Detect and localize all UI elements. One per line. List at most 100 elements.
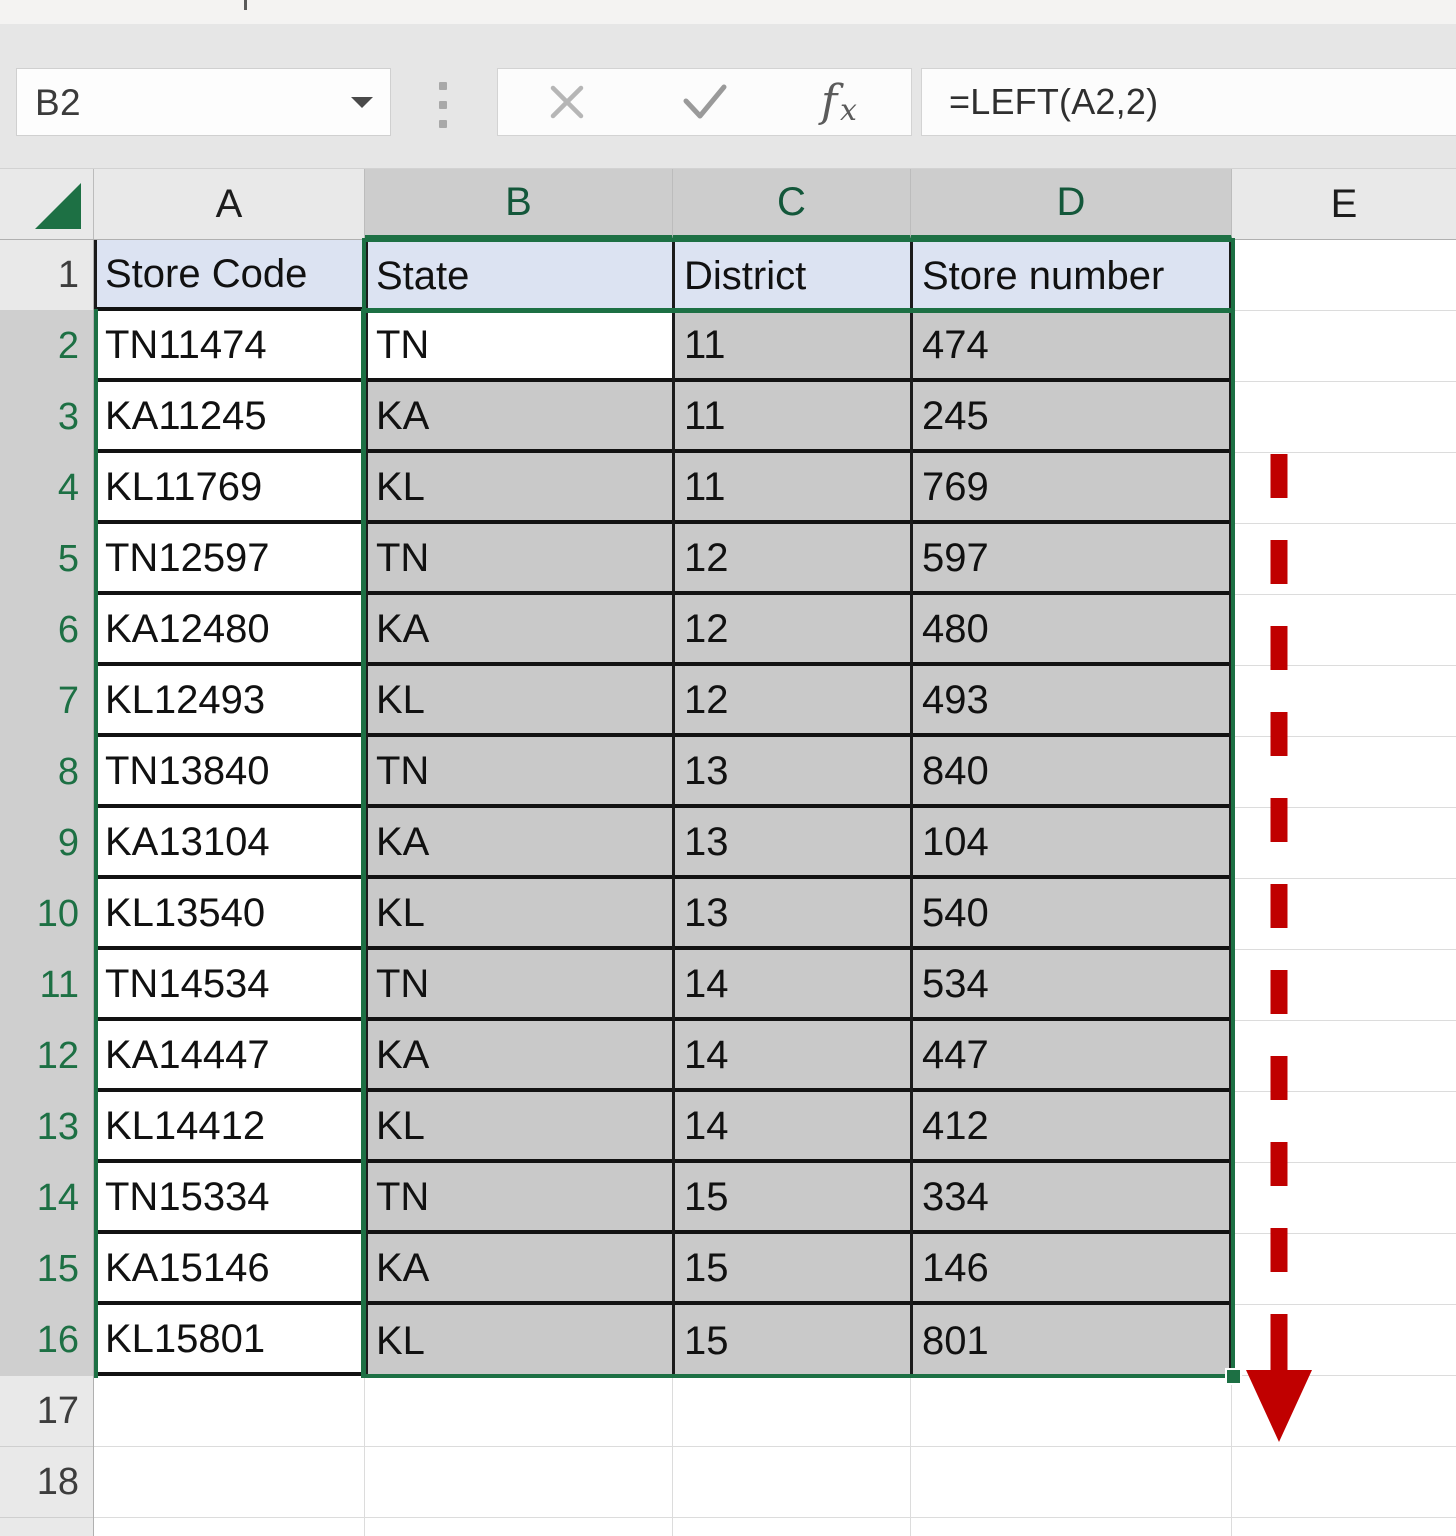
- cell-C2[interactable]: 11: [673, 311, 911, 382]
- formula-input[interactable]: =LEFT(A2,2): [921, 68, 1456, 136]
- cell-B16[interactable]: KL: [365, 1305, 673, 1376]
- cell-D15[interactable]: 146: [911, 1234, 1232, 1305]
- cell-D16[interactable]: 801: [911, 1305, 1232, 1376]
- cell-A11[interactable]: TN14534: [94, 950, 365, 1021]
- cell-A13[interactable]: KL14412: [94, 1092, 365, 1163]
- name-box[interactable]: B2: [16, 68, 391, 136]
- column-header-b[interactable]: B: [365, 169, 673, 239]
- cell-C8[interactable]: 13: [673, 737, 911, 808]
- cell-C15[interactable]: 15: [673, 1234, 911, 1305]
- cell-B9[interactable]: KA: [365, 808, 673, 879]
- cell-A7[interactable]: KL12493: [94, 666, 365, 737]
- cell-B8[interactable]: TN: [365, 737, 673, 808]
- cell-B3[interactable]: KA: [365, 382, 673, 453]
- cell-A1[interactable]: Store Code: [94, 240, 365, 311]
- chevron-down-icon[interactable]: [334, 92, 390, 112]
- cell-A4[interactable]: KL11769: [94, 453, 365, 524]
- row-header-17[interactable]: 17: [0, 1376, 93, 1447]
- enter-check-icon[interactable]: [636, 69, 774, 135]
- cell-D14[interactable]: 334: [911, 1163, 1232, 1234]
- cell-B2[interactable]: TN: [365, 311, 673, 382]
- select-all-corner-icon[interactable]: [0, 169, 94, 239]
- row-header-14[interactable]: 14: [0, 1163, 93, 1234]
- cell-A5[interactable]: TN12597: [94, 524, 365, 595]
- cell-A14[interactable]: TN15334: [94, 1163, 365, 1234]
- cell-A9[interactable]: KA13104: [94, 808, 365, 879]
- column-header-e[interactable]: E: [1232, 169, 1456, 239]
- row-header-3[interactable]: 3: [0, 382, 93, 453]
- cell-B6[interactable]: KA: [365, 595, 673, 666]
- cell-A10[interactable]: KL13540: [94, 879, 365, 950]
- cell-D10[interactable]: 540: [911, 879, 1232, 950]
- column-header-a[interactable]: A: [94, 169, 365, 239]
- row-header-6[interactable]: 6: [0, 595, 93, 666]
- cell-D12[interactable]: 447: [911, 1021, 1232, 1092]
- cell-B7[interactable]: KL: [365, 666, 673, 737]
- column-header-row: A B C D E: [0, 169, 1456, 240]
- row-header-11[interactable]: 11: [0, 950, 93, 1021]
- cell-B5[interactable]: TN: [365, 524, 673, 595]
- cell-A8[interactable]: TN13840: [94, 737, 365, 808]
- row-header-4[interactable]: 4: [0, 453, 93, 524]
- cell-B11[interactable]: TN: [365, 950, 673, 1021]
- row-header-13[interactable]: 13: [0, 1092, 93, 1163]
- row-header-18[interactable]: 18: [0, 1447, 93, 1518]
- cell-D2[interactable]: 474: [911, 311, 1232, 382]
- cell-A3[interactable]: KA11245: [94, 382, 365, 453]
- row-header-9[interactable]: 9: [0, 808, 93, 879]
- cell-C4[interactable]: 11: [673, 453, 911, 524]
- row-header-1[interactable]: 1: [0, 240, 93, 311]
- column-header-d[interactable]: D: [911, 169, 1232, 239]
- cell-A16[interactable]: KL15801: [94, 1305, 365, 1376]
- cell-A12[interactable]: KA14447: [94, 1021, 365, 1092]
- row-header-2[interactable]: 2: [0, 311, 93, 382]
- cell-D3[interactable]: 245: [911, 382, 1232, 453]
- column-header-c[interactable]: C: [673, 169, 911, 239]
- cell-C12[interactable]: 14: [673, 1021, 911, 1092]
- cancel-x-icon[interactable]: [498, 69, 636, 135]
- cell-A2[interactable]: TN11474: [94, 311, 365, 382]
- cell-D5[interactable]: 597: [911, 524, 1232, 595]
- cell-C13[interactable]: 14: [673, 1092, 911, 1163]
- cell-D1[interactable]: Store number: [911, 240, 1232, 311]
- row-header-15[interactable]: 15: [0, 1234, 93, 1305]
- cell-C7[interactable]: 12: [673, 666, 911, 737]
- cell-D6[interactable]: 480: [911, 595, 1232, 666]
- red-dashed-down-arrow-annotation: [1246, 454, 1312, 1442]
- worksheet-grid[interactable]: A B C D E 1 2 3 4 5 6 7 8 9 10 11 12 13 …: [0, 169, 1456, 1536]
- cell-A6[interactable]: KA12480: [94, 595, 365, 666]
- cell-D4[interactable]: 769: [911, 453, 1232, 524]
- cell-D13[interactable]: 412: [911, 1092, 1232, 1163]
- cell-B12[interactable]: KA: [365, 1021, 673, 1092]
- grid-body[interactable]: Store Code State District Store number T…: [94, 238, 1456, 1536]
- row-header-5[interactable]: 5: [0, 524, 93, 595]
- cell-D8[interactable]: 840: [911, 737, 1232, 808]
- cell-D11[interactable]: 534: [911, 950, 1232, 1021]
- fx-icon[interactable]: f x: [773, 69, 911, 135]
- row-header-10[interactable]: 10: [0, 879, 93, 950]
- cell-C16[interactable]: 15: [673, 1305, 911, 1376]
- cell-C3[interactable]: 11: [673, 382, 911, 453]
- cell-C9[interactable]: 13: [673, 808, 911, 879]
- vertical-dots-grip-icon[interactable]: [438, 82, 448, 128]
- row-header-8[interactable]: 8: [0, 737, 93, 808]
- cell-C14[interactable]: 15: [673, 1163, 911, 1234]
- row-header-7[interactable]: 7: [0, 666, 93, 737]
- row-header-16[interactable]: 16: [0, 1305, 93, 1376]
- cell-C1[interactable]: District: [673, 240, 911, 311]
- cell-A15[interactable]: KA15146: [94, 1234, 365, 1305]
- cell-B15[interactable]: KA: [365, 1234, 673, 1305]
- cell-C6[interactable]: 12: [673, 595, 911, 666]
- row-header-12[interactable]: 12: [0, 1021, 93, 1092]
- cell-C10[interactable]: 13: [673, 879, 911, 950]
- cell-C5[interactable]: 12: [673, 524, 911, 595]
- cell-C11[interactable]: 14: [673, 950, 911, 1021]
- cell-B4[interactable]: KL: [365, 453, 673, 524]
- cell-B13[interactable]: KL: [365, 1092, 673, 1163]
- cell-D9[interactable]: 104: [911, 808, 1232, 879]
- cell-B10[interactable]: KL: [365, 879, 673, 950]
- cell-B1[interactable]: State: [365, 240, 673, 311]
- gridline-horizontal: [94, 1446, 1456, 1447]
- cell-D7[interactable]: 493: [911, 666, 1232, 737]
- cell-B14[interactable]: TN: [365, 1163, 673, 1234]
